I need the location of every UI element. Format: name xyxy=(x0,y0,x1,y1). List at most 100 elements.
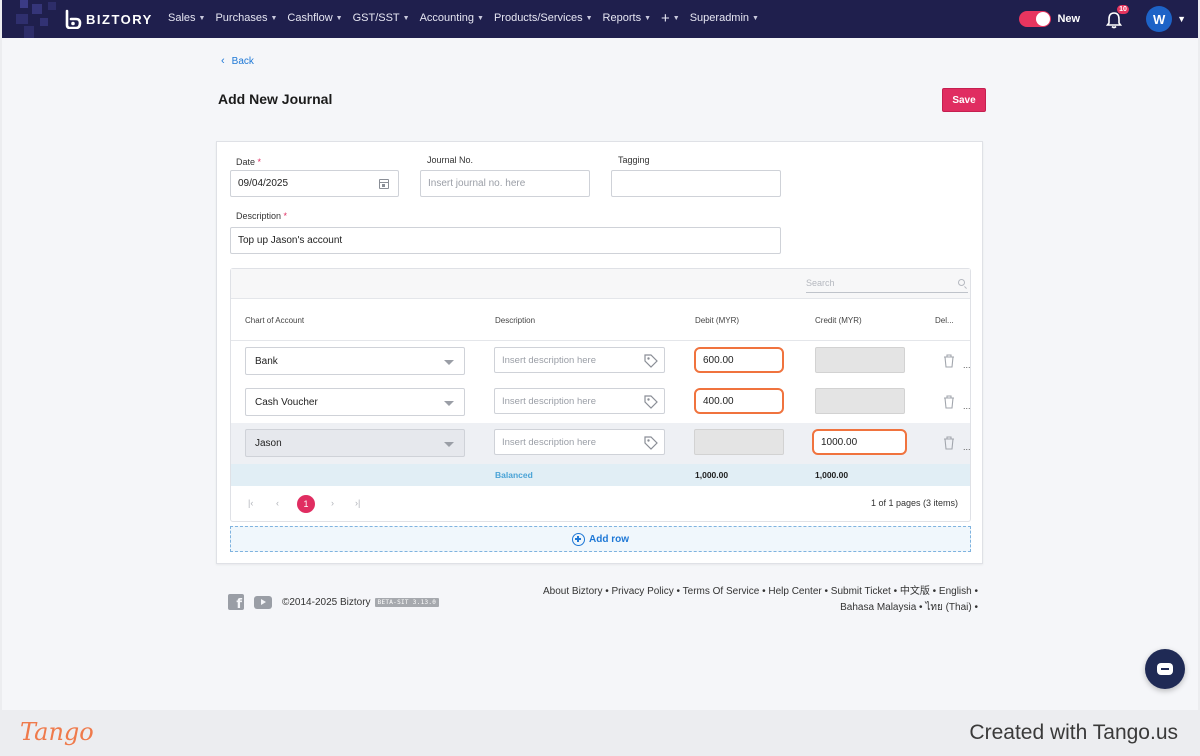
back-label: Back xyxy=(231,55,254,67)
facebook-icon[interactable] xyxy=(228,594,244,612)
credit-input[interactable] xyxy=(815,347,905,373)
pager-info: 1 of 1 pages (3 items) xyxy=(870,498,958,508)
menu-sales[interactable]: Sales ▼ xyxy=(168,12,205,24)
menu-purchases[interactable]: Purchases ▼ xyxy=(215,12,277,24)
table-row: Bank Insert description here 600.00 ... xyxy=(231,341,971,382)
search-icon xyxy=(958,279,965,286)
row-more: ... xyxy=(963,442,971,452)
header-credit[interactable]: Credit (MYR) xyxy=(815,316,862,325)
next-page-icon[interactable]: › xyxy=(331,498,334,508)
save-button[interactable]: Save xyxy=(942,88,986,112)
tango-footer-bar: Tango Created with Tango.us xyxy=(0,710,1200,756)
menu-label: Products/Services xyxy=(493,12,583,24)
debit-input[interactable] xyxy=(694,429,784,455)
prev-page-icon[interactable]: ‹ xyxy=(276,498,279,508)
debit-total: 1,000.00 xyxy=(695,470,729,480)
account-value: Cash Voucher xyxy=(255,396,318,408)
menu-products-services[interactable]: Products/Services ▼ xyxy=(494,12,593,24)
account-select[interactable]: Bank xyxy=(245,347,465,375)
journal-no-label: Journal No. xyxy=(427,155,474,165)
tag-icon[interactable] xyxy=(644,395,658,409)
calendar-icon[interactable] xyxy=(379,179,389,189)
header-description[interactable]: Description xyxy=(495,316,535,325)
footer-links-line2[interactable]: Bahasa Malaysia • ไทย (Thai) • xyxy=(538,600,978,616)
menu-label: Reports xyxy=(602,12,642,24)
description-placeholder: Insert description here xyxy=(502,395,596,407)
row-more: ... xyxy=(963,360,971,370)
grid-search-input[interactable]: Search xyxy=(806,276,968,293)
debit-input[interactable]: 600.00 xyxy=(694,347,784,373)
first-page-icon[interactable]: |‹ xyxy=(248,498,253,508)
menu-cashflow[interactable]: Cashflow ▼ xyxy=(287,12,342,24)
header-delete[interactable]: Del... xyxy=(935,316,954,325)
credit-input[interactable]: 1000.00 xyxy=(812,429,907,455)
required-mark: * xyxy=(257,157,262,167)
date-field[interactable]: 09/04/2025 xyxy=(230,170,399,197)
balance-status: Balanced xyxy=(495,470,533,480)
version-badge: BETA-SIT 3.13.0 xyxy=(374,597,440,607)
menu-gst-sst[interactable]: GST/SST ▼ xyxy=(353,12,410,24)
grid-header: Chart of Account Description Debit (MYR)… xyxy=(231,300,970,341)
trash-icon[interactable] xyxy=(943,354,955,368)
account-select[interactable]: Cash Voucher xyxy=(245,388,465,416)
credit-input[interactable] xyxy=(815,388,905,414)
grid-toolbar: Search xyxy=(231,269,970,299)
search-placeholder: Search xyxy=(806,278,835,288)
toggle-label: New xyxy=(1057,13,1081,25)
trash-icon[interactable] xyxy=(943,436,955,450)
chevron-down-icon[interactable]: ▼ xyxy=(1177,14,1186,24)
copyright: ©2014-2025 Biztory xyxy=(282,596,371,608)
page-button-active[interactable]: 1 xyxy=(297,495,315,513)
add-row-button[interactable]: Add row xyxy=(230,526,971,552)
chat-icon xyxy=(1157,663,1173,675)
page-title: Add New Journal xyxy=(218,91,333,107)
menu-label: Sales xyxy=(168,12,196,24)
tango-credit: Created with Tango.us xyxy=(969,721,1178,744)
tag-icon[interactable] xyxy=(644,354,658,368)
table-row: Jason Insert description here 1000.00 ..… xyxy=(231,423,971,464)
menu-accounting[interactable]: Accounting ▼ xyxy=(420,12,484,24)
menu-label: Superadmin xyxy=(689,12,750,24)
balance-summary-row: Balanced 1,000.00 1,000.00 xyxy=(231,464,970,486)
journal-no-input[interactable]: Insert journal no. here xyxy=(420,170,590,197)
description-input[interactable]: Top up Jason's account xyxy=(230,227,781,254)
header-debit[interactable]: Debit (MYR) xyxy=(695,316,739,325)
brand-logo[interactable]: BIZTORY xyxy=(64,9,153,29)
account-select[interactable]: Jason xyxy=(245,429,465,457)
main-menu: Sales ▼ Purchases ▼ Cashflow ▼ GST/SST ▼ Acc… xyxy=(168,11,759,26)
debit-input[interactable]: 400.00 xyxy=(694,388,784,414)
menu-superadmin[interactable]: Superadmin ▼ xyxy=(690,12,759,24)
notifications-button[interactable]: 10 xyxy=(1106,5,1129,29)
user-avatar[interactable]: W xyxy=(1146,6,1173,32)
chat-support-button[interactable] xyxy=(1145,649,1185,689)
last-page-icon[interactable]: ›| xyxy=(355,498,360,508)
footer-links-line1[interactable]: About Biztory • Privacy Policy • Terms O… xyxy=(538,584,978,600)
chevron-down-icon: ▼ xyxy=(198,14,206,22)
line-description-input[interactable]: Insert description here xyxy=(494,429,665,455)
line-description-input[interactable]: Insert description here xyxy=(494,347,665,373)
journal-form-card: Date * 09/04/2025 Journal No. Insert jou… xyxy=(216,141,983,564)
menu-quick-add[interactable]: + ▼ xyxy=(661,11,680,26)
new-ui-toggle[interactable] xyxy=(1019,11,1052,27)
top-navbar: BIZTORY Sales ▼ Purchases ▼ Cashflow ▼ GST/… xyxy=(2,0,1198,38)
chevron-down-icon: ▼ xyxy=(477,14,484,22)
youtube-icon[interactable] xyxy=(254,595,272,609)
menu-label: GST/SST xyxy=(352,12,400,24)
table-row: Cash Voucher Insert description here 400… xyxy=(231,382,971,423)
menu-reports[interactable]: Reports ▼ xyxy=(603,12,651,24)
menu-label: Accounting xyxy=(419,12,475,24)
description-placeholder: Insert description here xyxy=(502,354,596,366)
date-label-text: Date xyxy=(236,157,256,167)
header-chart-of-account[interactable]: Chart of Account xyxy=(245,316,304,325)
tag-icon[interactable] xyxy=(644,436,658,450)
chevron-down-icon: ▼ xyxy=(270,14,278,22)
journal-lines-grid: Search Chart of Account Description Debi… xyxy=(230,268,971,522)
line-description-input[interactable]: Insert description here xyxy=(494,388,665,414)
back-link[interactable]: ‹ Back xyxy=(221,55,254,67)
date-label: Date * xyxy=(236,157,261,167)
account-value: Bank xyxy=(255,355,278,367)
trash-icon[interactable] xyxy=(943,395,955,409)
grid-pager: |‹ ‹ 1 › ›| 1 of 1 pages (3 items) xyxy=(231,486,970,521)
screenshot-frame: BIZTORY Sales ▼ Purchases ▼ Cashflow ▼ GST/… xyxy=(0,0,1200,710)
tagging-input[interactable] xyxy=(611,170,781,197)
